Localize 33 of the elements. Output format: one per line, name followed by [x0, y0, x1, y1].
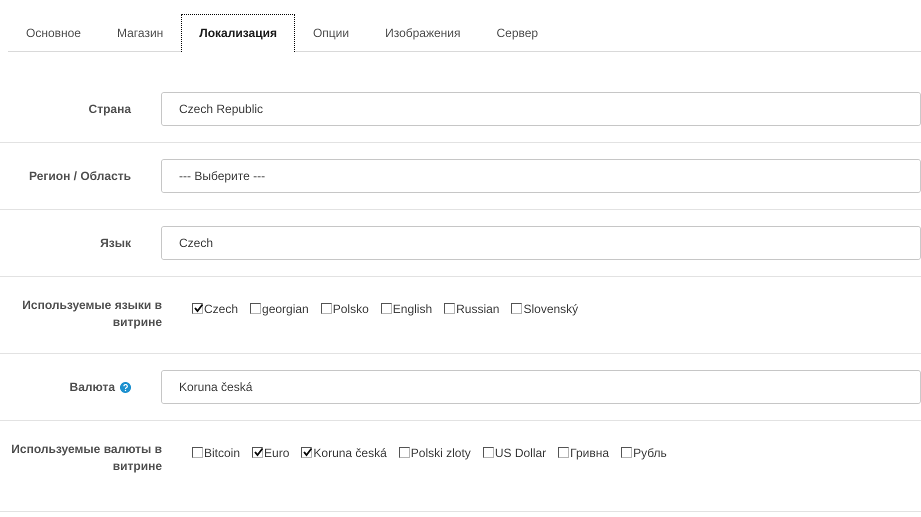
tab[interactable]: Опции — [294, 14, 368, 51]
field-label: Используемые валюты в витрине — [10, 441, 162, 475]
field-label: Язык — [100, 235, 131, 252]
checkbox-option[interactable]: Рубль — [621, 447, 667, 475]
checkbox-option[interactable]: Euro — [252, 447, 290, 475]
checkmark-icon — [193, 303, 204, 314]
select-field[interactable]: Koruna česká — [161, 370, 921, 404]
checkbox-option[interactable]: Гривна — [558, 447, 610, 475]
tab[interactable]: Магазин — [98, 14, 182, 51]
checkbox-option[interactable]: English — [380, 303, 432, 331]
select-field[interactable]: Czech — [161, 226, 921, 260]
checkmark-icon — [253, 447, 264, 458]
tab[interactable]: Основное — [8, 14, 99, 51]
checkbox-option[interactable]: georgian — [250, 303, 309, 331]
checkbox-option[interactable]: Polsko — [320, 303, 369, 331]
field-label: Используемые языки в витрине — [21, 297, 162, 331]
select-field[interactable]: Czech Republic — [161, 92, 921, 126]
tab[interactable]: Изображения — [367, 14, 478, 51]
select-field[interactable]: --- Выберите --- — [161, 159, 921, 193]
checkmark-icon — [302, 447, 314, 458]
checkbox-option[interactable]: Slovenský — [511, 303, 578, 331]
checkbox-option[interactable]: Bitcoin — [192, 447, 240, 475]
field-label: Регион / Область — [28, 168, 131, 185]
field-label: Валюта — [70, 379, 115, 396]
checkbox-option[interactable]: Czech — [192, 303, 238, 331]
tab[interactable]: Локализация — [181, 14, 295, 52]
help-icon[interactable] — [120, 382, 131, 392]
checkbox-option[interactable]: US Dollar — [482, 447, 546, 475]
checkbox-option[interactable]: Russian — [444, 303, 500, 331]
tab[interactable]: Сервер — [478, 14, 556, 51]
checkbox-option[interactable]: Polski zloty — [398, 447, 471, 475]
checkbox-option[interactable]: Koruna česká — [301, 447, 387, 475]
field-label: Страна — [88, 101, 131, 118]
